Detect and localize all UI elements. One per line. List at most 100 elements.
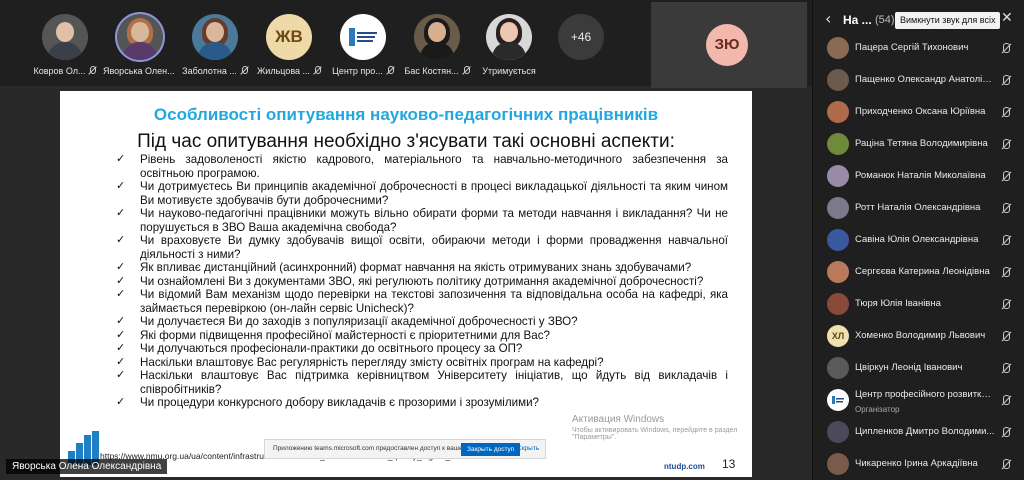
- hide-infobar-link[interactable]: Скрыть: [517, 445, 539, 452]
- mic-off-icon: [386, 66, 394, 75]
- self-video-tile[interactable]: ЗЮ: [651, 2, 807, 88]
- participant-photo: [827, 293, 849, 315]
- participant-row[interactable]: Раціна Тетяна Володимирівна: [813, 132, 1024, 158]
- stop-sharing-button[interactable]: Закрыть доступ: [461, 443, 521, 456]
- mic-off-icon: [1001, 107, 1011, 119]
- mic-off-icon: [88, 66, 97, 75]
- participant-name: Пащенко Олександр Анатолій...: [855, 74, 995, 85]
- participant-tile[interactable]: Заболотна ...: [178, 14, 252, 84]
- activation-subtitle: Чтобы активировать Windows, перейдите в …: [572, 427, 738, 441]
- participant-photo: [827, 101, 849, 123]
- participant-row[interactable]: Чикаренко Ірина Аркадіївна: [813, 452, 1024, 478]
- participant-row[interactable]: Пацера Сергій Тихонович: [813, 36, 1024, 62]
- mic-off-icon: [1001, 171, 1011, 183]
- participant-row[interactable]: ХЛ Хоменко Володимир Львович: [813, 324, 1024, 350]
- participant-row[interactable]: Приходченко Оксана Юріївна: [813, 100, 1024, 126]
- list-item: Чи ознайомлені Ви з документами ЗВО, які…: [116, 275, 728, 289]
- mic-off-icon: [1001, 427, 1011, 439]
- participant-name: Ротт Наталія Олександрівна: [855, 202, 981, 213]
- participant-photo: [42, 14, 88, 60]
- participant-tile[interactable]: Яворська Олен...: [103, 14, 177, 84]
- participant-name: Цвіркун Леонід Іванович: [855, 362, 963, 373]
- participant-name: Тюря Юлія Іванівна: [855, 298, 941, 309]
- participant-row[interactable]: Ципленков Дмитро Володими...: [813, 420, 1024, 446]
- mute-all-button[interactable]: Вимкнути звук для всіх: [895, 12, 1001, 29]
- participant-name: Центр про...: [332, 66, 383, 76]
- participant-name: Яворська Олен...: [103, 66, 175, 76]
- mic-off-icon: [462, 66, 470, 75]
- slide-title: Особливості опитування науково-педагогіч…: [153, 105, 659, 124]
- participant-name: Ковров Ол...: [33, 66, 86, 76]
- mic-off-icon: [1001, 139, 1011, 151]
- list-item: Які форми підвищення професійної майстер…: [116, 329, 728, 343]
- participant-tile[interactable]: Утримується: [472, 14, 546, 84]
- list-item: Рівень задоволеності якістю кадрового, м…: [116, 153, 728, 180]
- participant-name: Савіна Юлія Олександрівна: [855, 234, 979, 245]
- organization-logo-icon: [827, 389, 849, 411]
- participant-photo: [827, 421, 849, 443]
- participant-photo: [827, 133, 849, 155]
- participant-tile[interactable]: Бас Костян...: [400, 14, 474, 84]
- list-item: Чи науково-педагогічні працівники можуть…: [116, 207, 728, 234]
- participant-row[interactable]: Романюк Наталія Миколаївна: [813, 164, 1024, 190]
- participant-count: (54): [875, 14, 895, 26]
- participant-name: Заболотна ...: [182, 66, 237, 76]
- participant-photo: [827, 197, 849, 219]
- participant-initials: ЖВ: [266, 14, 312, 60]
- participant-name: Жильцова ...: [256, 66, 311, 76]
- activation-title: Активация Windows: [572, 414, 665, 425]
- mic-off-icon: [1001, 203, 1011, 215]
- slide-subtitle: Під час опитування необхідно з'ясувати т…: [137, 131, 675, 152]
- list-item: Чи відомий Вам механізм щодо перевірки н…: [116, 288, 728, 315]
- participant-name: Утримується: [482, 66, 536, 76]
- participant-photo: [192, 14, 238, 60]
- participant-photo: [117, 14, 163, 60]
- windows-activation-watermark: Активация Windows Чтобы активировать Win…: [572, 414, 752, 441]
- participants-panel: ‹ На ... (54) Вимкнути звук для всіх ✕ П…: [812, 0, 1024, 480]
- participant-name: Сергєєва Катерина Леонідівна: [855, 266, 990, 277]
- participant-name: Раціна Тетяна Володимирівна: [855, 138, 988, 149]
- more-participants-button[interactable]: +46: [544, 14, 618, 84]
- mic-off-icon: [1001, 459, 1011, 471]
- slide-page-number: 13: [722, 457, 736, 471]
- mic-off-icon: [1001, 331, 1011, 343]
- participant-name: Пацера Сергій Тихонович: [855, 42, 969, 53]
- list-item: Наскільки влаштовує Вас підтримка керівн…: [116, 369, 728, 396]
- participant-name: Приходченко Оксана Юріївна: [855, 106, 986, 117]
- participant-row[interactable]: Пащенко Олександр Анатолій...: [813, 68, 1024, 94]
- participant-row[interactable]: Тюря Юлія Іванівна: [813, 292, 1024, 318]
- participant-photo: [827, 69, 849, 91]
- participant-photo: [486, 14, 532, 60]
- mic-off-icon: [1001, 235, 1011, 247]
- participant-photo: [414, 14, 460, 60]
- mic-off-icon: [313, 66, 322, 75]
- list-item: Чи враховуєте Ви думку здобувачів вищої …: [116, 234, 728, 261]
- mic-off-icon: [1001, 363, 1011, 375]
- participant-photo: [827, 37, 849, 59]
- participant-name: Центр професійного розвитку ...: [855, 389, 995, 400]
- chevron-left-icon[interactable]: ‹: [825, 9, 831, 28]
- participant-tile[interactable]: Центр про...: [326, 14, 400, 84]
- panel-title: На ...: [843, 13, 872, 27]
- participant-tile[interactable]: Ковров Ол...: [28, 14, 102, 84]
- participant-tile[interactable]: ЖВ Жильцова ...: [252, 14, 326, 84]
- participant-role: Організатор: [855, 405, 900, 414]
- mic-off-icon: [1001, 299, 1011, 311]
- participant-strip: Ковров Ол... Яворська Олен... Заболотна …: [0, 0, 812, 88]
- participant-row[interactable]: Сергєєва Катерина Леонідівна: [813, 260, 1024, 286]
- list-item: Наскільки влаштовує Вас регулярність пер…: [116, 356, 728, 370]
- mic-off-icon: [1001, 43, 1011, 55]
- self-initials: ЗЮ: [706, 24, 748, 66]
- participant-row[interactable]: Ротт Наталія Олександрівна: [813, 196, 1024, 222]
- close-icon[interactable]: ✕: [1001, 10, 1013, 26]
- participant-row[interactable]: Савіна Юлія Олександрівна: [813, 228, 1024, 254]
- participant-row[interactable]: Центр професійного розвитку ... Організат…: [813, 388, 1024, 414]
- aspects-list: Рівень задоволеності якістю кадрового, м…: [116, 153, 728, 410]
- participant-initials: ХЛ: [827, 325, 849, 347]
- list-item: Як впливає дистанційний (асинхронний) фо…: [116, 261, 728, 275]
- participant-name: Романюк Наталія Миколаївна: [855, 170, 986, 181]
- participant-row[interactable]: Цвіркун Леонід Іванович: [813, 356, 1024, 382]
- panel-header: ‹ На ... (54) Вимкнути звук для всіх ✕: [813, 0, 1024, 40]
- mic-off-icon: [1001, 75, 1011, 87]
- presenter-label: Яворська Олена Олександрівна: [6, 459, 168, 474]
